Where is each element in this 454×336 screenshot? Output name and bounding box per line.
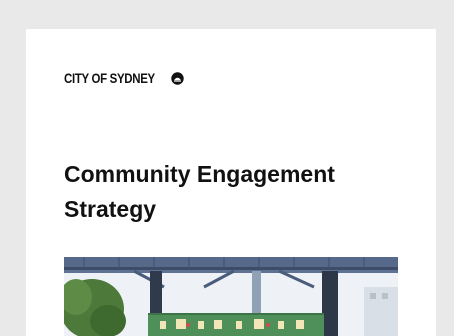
viewer-background: CITY OF SYDNEY Community Engagement Stra… [0, 0, 454, 336]
document-title-line-2: Strategy [64, 196, 157, 222]
city-of-sydney-emblem-icon [171, 71, 184, 85]
publisher-logo-text: CITY OF SYDNEY [64, 70, 155, 86]
document-cover-page: CITY OF SYDNEY Community Engagement Stra… [26, 29, 436, 336]
publisher-logo: CITY OF SYDNEY [64, 69, 184, 87]
document-title: Community Engagement Strategy [64, 157, 404, 227]
community-event-photo-icon [64, 257, 398, 336]
cover-photo [64, 257, 398, 336]
document-title-line-1: Community Engagement [64, 161, 335, 187]
